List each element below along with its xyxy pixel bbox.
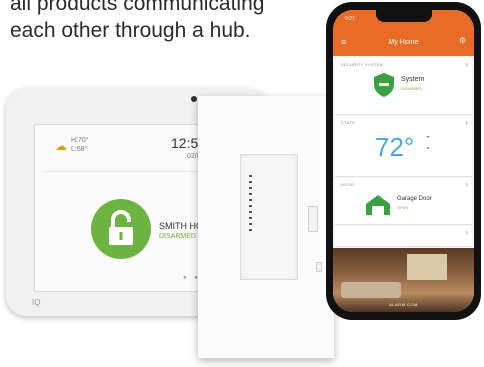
photo-window: [407, 254, 447, 280]
phone-notch: [376, 10, 432, 22]
caption: all products communicating each other th…: [10, 0, 350, 44]
garage-card-label: DOOR: [341, 182, 355, 187]
garage-status: OPEN: [397, 205, 409, 210]
photo-sofa: [341, 282, 401, 298]
chevron-right-icon: ›: [465, 60, 468, 69]
weather-icon: ☁: [55, 139, 67, 153]
chevron-right-icon: ›: [465, 180, 468, 189]
panel-temp-high: H:70°: [71, 137, 89, 144]
app-title: My Home: [388, 39, 419, 46]
temperature-stepper[interactable]: ⌃ ⌄: [425, 136, 431, 152]
settings-icon[interactable]: ⚙: [459, 36, 466, 45]
system-title: System: [401, 76, 425, 83]
garage-icon: [366, 195, 390, 215]
alarm-com-logo: ALARM.COM: [389, 302, 418, 307]
caption-line-1: all products communicating: [10, 0, 265, 15]
shield-icon: [374, 73, 394, 97]
garage-title: Garage Door: [397, 196, 432, 202]
security-card[interactable]: SECURITY SYSTEM › System DISARMED: [335, 58, 472, 115]
phone-screen: 9:27 ≡ My Home ⚙ SECURITY SYSTEM › Syste…: [333, 10, 474, 312]
dimmer-rocker[interactable]: [240, 154, 298, 280]
garage-card[interactable]: DOOR › Garage Door OPEN: [335, 178, 472, 225]
air-gap-switch[interactable]: [316, 262, 322, 272]
temperature-value: 72°: [375, 132, 415, 162]
disarm-button[interactable]: [91, 199, 151, 259]
panel-temp-low: L:58°: [71, 146, 88, 153]
caption-line-2: each other through a hub.: [10, 19, 251, 42]
thermostat-card[interactable]: STATS › 72° ⌃ ⌄: [335, 116, 472, 177]
camera-card[interactable]: ›: [335, 226, 472, 247]
chevron-right-icon: ›: [465, 118, 468, 127]
panel-home-status: DISARMED: [159, 233, 196, 240]
smartphone: 9:27 ≡ My Home ⚙ SECURITY SYSTEM › Syste…: [326, 2, 481, 320]
chevron-right-icon: ›: [465, 228, 468, 237]
system-status: DISARMED: [401, 86, 423, 91]
dimmer-slider[interactable]: [308, 206, 318, 232]
dimmer-led-indicator: [249, 175, 252, 241]
unlocked-padlock-icon: [109, 210, 133, 245]
thermostat-card-label: STATS: [341, 120, 355, 125]
dimmer-switch-plate: [198, 96, 334, 358]
status-time: 9:27: [345, 16, 355, 22]
panel-brand-logo: IQ: [32, 298, 41, 307]
camera-lens: [191, 96, 197, 102]
security-card-label: SECURITY SYSTEM: [341, 62, 384, 67]
